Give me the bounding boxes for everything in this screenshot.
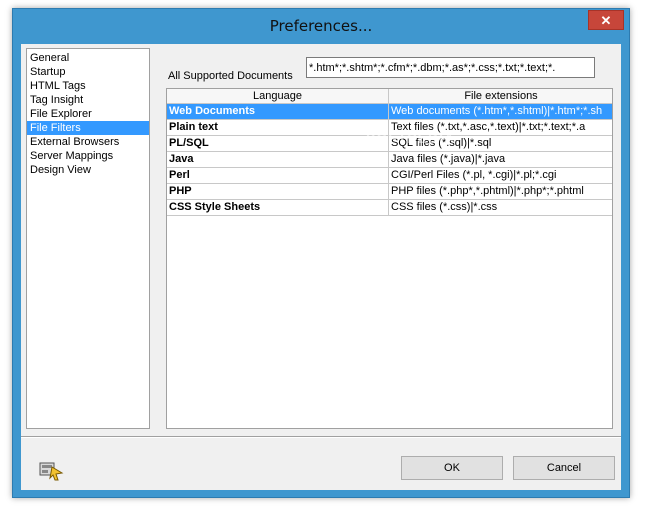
language-cell[interactable]: Java <box>167 152 389 167</box>
extensions-cell[interactable]: SQL files (*.sql)|*.sql <box>389 136 612 151</box>
language-cell[interactable]: Perl <box>167 168 389 183</box>
language-cell[interactable]: PL/SQL <box>167 136 389 151</box>
divider <box>21 436 621 438</box>
extensions-cell[interactable]: PHP files (*.php*,*.phtml)|*.php*;*.phtm… <box>389 184 612 199</box>
grid-header: Language File extensions <box>167 89 612 104</box>
preferences-window: Preferences... ✕ General Startup HTML Ta… <box>12 8 630 498</box>
extensions-cell[interactable]: Web documents (*.htm*,*.shtml)|*.htm*;*.… <box>389 104 612 119</box>
file-filters-grid[interactable]: Language File extensions Web Documents W… <box>166 88 613 429</box>
language-cell[interactable]: CSS Style Sheets <box>167 200 389 215</box>
language-cell[interactable]: Web Documents <box>167 104 389 119</box>
nav-item-server-mappings[interactable]: Server Mappings <box>27 149 149 163</box>
table-row[interactable]: PL/SQL SQL files (*.sql)|*.sql <box>167 136 612 152</box>
ok-button[interactable]: OK <box>401 456 503 480</box>
column-header-file-extensions[interactable]: File extensions <box>389 89 612 104</box>
nav-item-html-tags[interactable]: HTML Tags <box>27 79 149 93</box>
language-cell[interactable]: Plain text <box>167 120 389 135</box>
table-row[interactable]: Web Documents Web documents (*.htm*,*.sh… <box>167 104 612 120</box>
nav-item-file-filters[interactable]: File Filters <box>27 121 149 135</box>
nav-item-general[interactable]: General <box>27 51 149 65</box>
extensions-cell[interactable]: CSS files (*.css)|*.css <box>389 200 612 215</box>
table-row[interactable]: Java Java files (*.java)|*.java <box>167 152 612 168</box>
nav-item-startup[interactable]: Startup <box>27 65 149 79</box>
all-supported-label: All Supported Documents <box>168 70 293 82</box>
nav-item-design-view[interactable]: Design View <box>27 163 149 177</box>
table-row[interactable]: Plain text Text files (*.txt,*.asc,*.tex… <box>167 120 612 136</box>
help-wizard-icon[interactable] <box>38 459 64 481</box>
dialog-body: General Startup HTML Tags Tag Insight Fi… <box>21 44 621 490</box>
nav-item-external-browsers[interactable]: External Browsers <box>27 135 149 149</box>
extensions-cell[interactable]: Text files (*.txt,*.asc,*.text)|*.txt;*.… <box>389 120 612 135</box>
language-cell[interactable]: PHP <box>167 184 389 199</box>
table-row[interactable]: Perl CGI/Perl Files (*.pl, *.cgi)|*.pl;*… <box>167 168 612 184</box>
table-row[interactable]: CSS Style Sheets CSS files (*.css)|*.css <box>167 200 612 216</box>
category-list[interactable]: General Startup HTML Tags Tag Insight Fi… <box>26 48 150 429</box>
cancel-button[interactable]: Cancel <box>513 456 615 480</box>
table-row[interactable]: PHP PHP files (*.php*,*.phtml)|*.php*;*.… <box>167 184 612 200</box>
column-header-language[interactable]: Language <box>167 89 389 104</box>
nav-item-file-explorer[interactable]: File Explorer <box>27 107 149 121</box>
nav-item-tag-insight[interactable]: Tag Insight <box>27 93 149 107</box>
all-supported-input[interactable] <box>306 57 595 78</box>
window-title: Preferences... <box>269 17 373 35</box>
close-button[interactable]: ✕ <box>588 10 624 30</box>
extensions-cell[interactable]: Java files (*.java)|*.java <box>389 152 612 167</box>
extensions-cell[interactable]: CGI/Perl Files (*.pl, *.cgi)|*.pl;*.cgi <box>389 168 612 183</box>
